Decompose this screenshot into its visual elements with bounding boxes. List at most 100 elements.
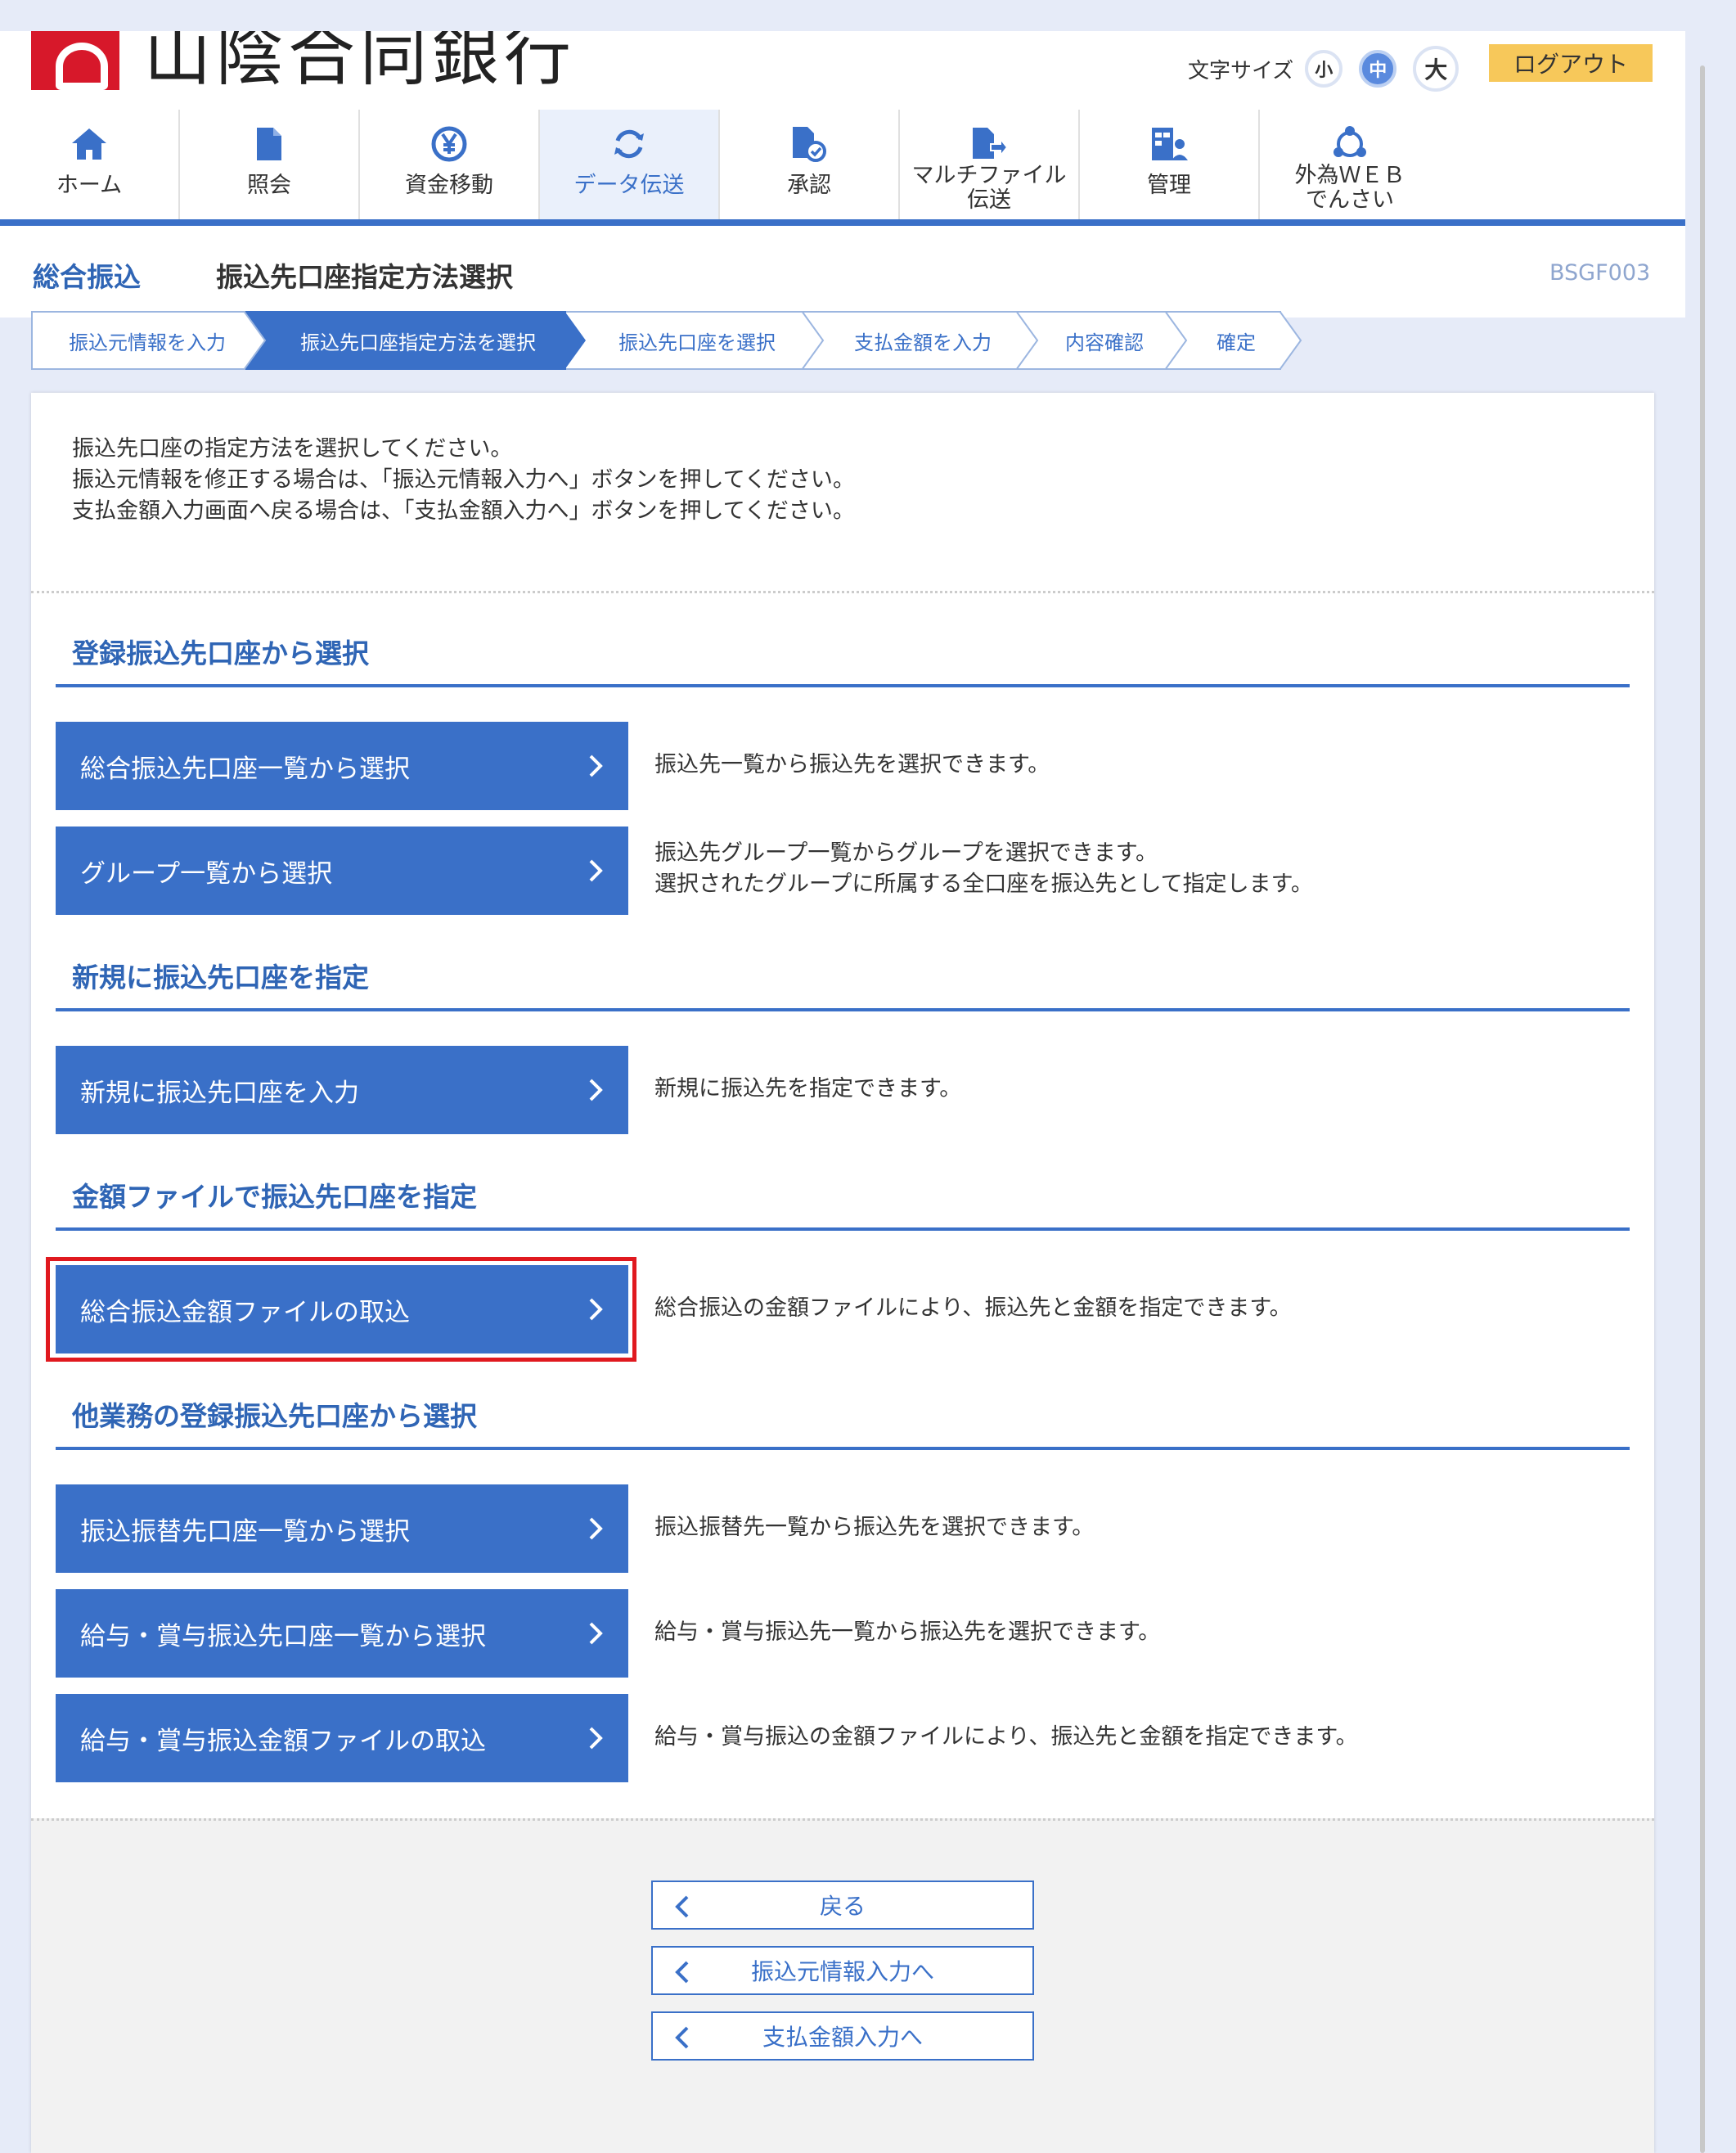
nav-label: 管理 bbox=[1147, 173, 1191, 198]
step-3: 振込先口座を選択 bbox=[566, 311, 825, 370]
font-size-medium-button[interactable]: 中 bbox=[1359, 50, 1397, 88]
global-nav: ホーム 照会 資金移動 データ伝送 承認 マルチファイル 伝送 管理 外為ＷＥＢ… bbox=[0, 110, 1685, 221]
instructions: 振込先口座の指定方法を選択してください。 振込元情報を修正する場合は、「振込元情… bbox=[72, 434, 855, 527]
button-label: 戻る bbox=[819, 1894, 866, 1919]
nav-item-home[interactable]: ホーム bbox=[0, 110, 180, 219]
button-label: 給与・賞与振込金額ファイルの取込 bbox=[80, 1726, 486, 1755]
enter-new-transfer-account-button[interactable]: 新規に振込先口座を入力 bbox=[56, 1046, 628, 1134]
chevron-left-icon bbox=[675, 2026, 689, 2049]
divider bbox=[31, 1818, 1654, 1821]
nav-item-forex-densai[interactable]: 外為ＷＥＢ でんさい bbox=[1260, 110, 1440, 219]
nav-item-multi-file[interactable]: マルチファイル 伝送 bbox=[900, 110, 1080, 219]
sync-icon bbox=[609, 124, 649, 164]
vertical-scrollbar[interactable] bbox=[1700, 65, 1705, 2153]
chevron-right-icon bbox=[589, 1298, 603, 1321]
button-label: 振込振替先口座一覧から選択 bbox=[80, 1516, 410, 1546]
step-label: 確定 bbox=[1217, 331, 1256, 354]
instruction-line: 振込元情報を修正する場合は、「振込元情報入力へ」ボタンを押してください。 bbox=[72, 467, 855, 493]
section-underline bbox=[56, 1447, 1630, 1450]
step-5: 内容確認 bbox=[1018, 311, 1188, 370]
description-line: 振込先グループ一覧からグループを選択できます。 bbox=[654, 840, 1158, 866]
button-label: 給与・賞与振込先口座一覧から選択 bbox=[80, 1621, 486, 1651]
nav-label: 承認 bbox=[787, 173, 831, 198]
button-label: 総合振込金額ファイルの取込 bbox=[80, 1297, 410, 1326]
select-from-salary-bonus-account-list-button[interactable]: 給与・賞与振込先口座一覧から選択 bbox=[56, 1589, 628, 1678]
home-icon bbox=[70, 124, 109, 164]
screen-id: BSGF003 bbox=[1549, 260, 1651, 286]
font-size-small-button[interactable]: 小 bbox=[1305, 50, 1343, 88]
nav-item-inquiry[interactable]: 照会 bbox=[180, 110, 360, 219]
back-button[interactable]: 戻る bbox=[651, 1880, 1034, 1930]
nav-item-approval[interactable]: 承認 bbox=[720, 110, 900, 219]
option-description: 振込先グループ一覧からグループを選択できます。 選択されたグループに所属する全口… bbox=[654, 838, 1313, 900]
document-icon bbox=[250, 124, 289, 164]
nav-item-management[interactable]: 管理 bbox=[1080, 110, 1260, 219]
nav-label: マルチファイル 伝送 bbox=[912, 164, 1067, 213]
step-arrow-icon bbox=[1165, 311, 1188, 370]
select-from-transfer-account-list-button[interactable]: 総合振込先口座一覧から選択 bbox=[56, 722, 628, 810]
instruction-line: 支払金額入力画面へ戻る場合は、「支払金額入力へ」ボタンを押してください。 bbox=[72, 498, 855, 524]
font-size-label: 文字サイズ bbox=[1188, 58, 1294, 83]
step-2-current: 振込先口座指定方法を選択 bbox=[245, 311, 586, 370]
step-label: 内容確認 bbox=[1065, 331, 1144, 354]
yen-transfer-icon bbox=[430, 124, 469, 164]
chevron-right-icon bbox=[589, 754, 603, 777]
select-from-group-list-button[interactable]: グループ一覧から選択 bbox=[56, 827, 628, 915]
option-description: 振込振替先一覧から振込先を選択できます。 bbox=[654, 1515, 1095, 1540]
nav-label: 資金移動 bbox=[405, 173, 493, 198]
file-upload-icon bbox=[969, 124, 1009, 164]
nav-label: 外為ＷＥＢ でんさい bbox=[1295, 164, 1405, 213]
section-underline bbox=[56, 1008, 1630, 1011]
step-label: 振込先口座指定方法を選択 bbox=[300, 331, 536, 354]
footer-actions: 戻る 振込元情報入力へ 支払金額入力へ bbox=[31, 1818, 1654, 2153]
section-underline bbox=[56, 1227, 1630, 1231]
nav-label: データ伝送 bbox=[573, 173, 685, 198]
approve-document-icon bbox=[789, 124, 829, 164]
instruction-line: 振込先口座の指定方法を選択してください。 bbox=[72, 436, 513, 462]
nav-label: 照会 bbox=[247, 173, 291, 198]
to-payment-amount-button[interactable]: 支払金額入力へ bbox=[651, 2011, 1034, 2061]
font-size-large-button[interactable]: 大 bbox=[1413, 46, 1459, 92]
section-title-registered: 登録振込先口座から選択 bbox=[72, 637, 369, 669]
button-label: グループ一覧から選択 bbox=[80, 858, 333, 888]
progress-steps: 振込元情報を入力 振込先口座指定方法を選択 振込先口座を選択 支払金額を入力 内… bbox=[31, 311, 1302, 370]
step-label: 振込先口座を選択 bbox=[618, 331, 776, 354]
bank-name: 山陰合同銀行 bbox=[144, 31, 577, 90]
step-4: 支払金額を入力 bbox=[803, 311, 1039, 370]
section-underline bbox=[56, 684, 1630, 687]
option-description: 給与・賞与振込先一覧から振込先を選択できます。 bbox=[654, 1619, 1161, 1645]
option-description: 新規に振込先を指定できます。 bbox=[654, 1076, 962, 1101]
bank-logo[interactable]: 山陰合同銀行 bbox=[31, 31, 576, 90]
window-top-strip bbox=[0, 0, 1736, 31]
nav-label-multi-file: マルチファイル 伝送 bbox=[911, 163, 1067, 213]
nav-underline bbox=[0, 219, 1685, 226]
option-description: 給与・賞与振込の金額ファイルにより、振込先と金額を指定できます。 bbox=[654, 1724, 1358, 1750]
step-arrow-icon bbox=[1280, 311, 1302, 370]
chevron-right-icon bbox=[589, 1517, 603, 1540]
import-salary-bonus-amount-file-button[interactable]: 給与・賞与振込金額ファイルの取込 bbox=[56, 1694, 628, 1782]
button-label: 新規に振込先口座を入力 bbox=[80, 1078, 359, 1107]
select-from-transfer-destination-list-button[interactable]: 振込振替先口座一覧から選択 bbox=[56, 1484, 628, 1573]
step-arrow-icon bbox=[564, 311, 586, 370]
chevron-left-icon bbox=[675, 1961, 689, 1984]
page-category: 総合振込 bbox=[33, 261, 141, 293]
step-arrow-icon bbox=[1016, 311, 1039, 370]
to-source-info-button[interactable]: 振込元情報入力へ bbox=[651, 1946, 1034, 1995]
step-arrow-icon bbox=[802, 311, 825, 370]
divider bbox=[31, 591, 1654, 593]
network-icon bbox=[1330, 124, 1369, 164]
nav-item-fund-transfer[interactable]: 資金移動 bbox=[360, 110, 540, 219]
import-general-transfer-amount-file-button[interactable]: 総合振込金額ファイルの取込 bbox=[56, 1265, 628, 1354]
logout-button[interactable]: ログアウト bbox=[1489, 44, 1653, 82]
description-line: 選択されたグループに所属する全口座を振込先として指定します。 bbox=[654, 872, 1313, 897]
button-label: 総合振込先口座一覧から選択 bbox=[80, 754, 410, 783]
option-description: 振込先一覧から振込先を選択できます。 bbox=[654, 752, 1050, 777]
button-label: 支払金額入力へ bbox=[762, 2025, 923, 2050]
bank-logo-mark-icon bbox=[31, 31, 119, 90]
chevron-right-icon bbox=[589, 1727, 603, 1750]
page-title: 振込先口座指定方法選択 bbox=[216, 261, 513, 293]
nav-item-data-transmission[interactable]: データ伝送 bbox=[540, 110, 720, 219]
chevron-right-icon bbox=[589, 1622, 603, 1645]
step-arrow-icon bbox=[244, 311, 267, 370]
font-size-selector: 文字サイズ 小 中 大 bbox=[1188, 46, 1475, 92]
